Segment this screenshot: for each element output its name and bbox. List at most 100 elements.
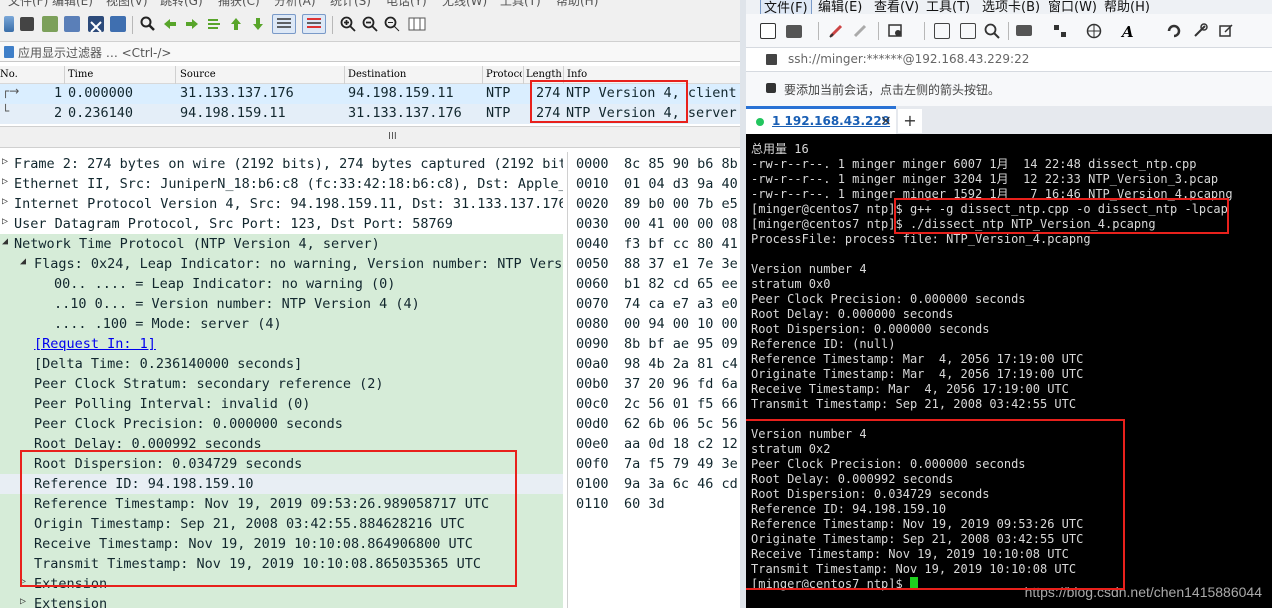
expand-arrow-icon[interactable]: ▷ [2, 216, 8, 227]
open-icon[interactable] [64, 16, 80, 32]
properties-icon[interactable] [888, 23, 904, 39]
new-session-icon[interactable] [760, 23, 776, 39]
address-text[interactable]: ssh://minger:******@192.168.43.229:22 [788, 52, 1029, 66]
filter-bookmark-icon[interactable] [4, 46, 14, 58]
tab-label[interactable]: 1 192.168.43.229 [772, 114, 890, 128]
tree-item-precision[interactable]: Peer Clock Precision: 0.000000 seconds [0, 414, 563, 434]
pane-splitter[interactable]: III [0, 126, 740, 148]
tree-item-root-delay[interactable]: Root Delay: 0.000992 seconds [0, 434, 563, 454]
open-folder-icon[interactable] [786, 25, 802, 38]
tree-item-ethernet[interactable]: ▷ Ethernet II, Src: JuniperN_18:b6:c8 (fc… [0, 174, 563, 194]
zoom-out-icon[interactable] [362, 16, 378, 32]
settings-icon[interactable] [1192, 23, 1208, 39]
hex-row[interactable]: 00e0 aa 0d 18 c2 12 [568, 435, 740, 455]
zoom-in-icon[interactable] [340, 16, 356, 32]
col-time[interactable]: Time [68, 69, 93, 80]
hex-row[interactable]: 00f0 7a f5 79 49 3e [568, 455, 740, 475]
xs-menu-tabs[interactable]: 选项卡(B) [982, 0, 1040, 15]
colorize-icon[interactable] [302, 14, 326, 34]
col-destination[interactable]: Destination [348, 69, 406, 80]
autoscroll-icon[interactable] [272, 14, 296, 34]
col-info[interactable]: Info [567, 69, 587, 80]
hex-row[interactable]: 0010 01 04 d3 9a 40 [568, 175, 740, 195]
xs-menu-view[interactable]: 查看(V) [874, 0, 919, 15]
session-icon[interactable] [766, 54, 777, 65]
xs-menu-edit[interactable]: 编辑(E) [818, 0, 862, 15]
goto-icon[interactable] [206, 16, 222, 32]
hex-row[interactable]: 0060 b1 82 cd 65 ee [568, 275, 740, 295]
zoom-reset-icon[interactable] [384, 16, 400, 32]
hex-row[interactable]: 0080 00 94 00 10 00 [568, 315, 740, 335]
hex-row[interactable]: 0110 60 3d [568, 495, 740, 515]
col-protocol[interactable]: Protocol [486, 69, 522, 80]
tree-item-reference-ts[interactable]: Reference Timestamp: Nov 19, 2019 09:53:… [0, 494, 563, 514]
hex-row[interactable]: 0090 8b bf ae 95 09 [568, 335, 740, 355]
resize-columns-icon[interactable] [408, 16, 426, 32]
font-icon[interactable]: A [1122, 23, 1138, 41]
expand-arrow-icon[interactable]: ▷ [20, 596, 26, 607]
compose-icon[interactable] [1218, 23, 1234, 39]
hex-row[interactable]: 00d0 62 6b 06 5c 56 [568, 415, 740, 435]
tree-item-request-in[interactable]: [Request In: 1] [0, 334, 563, 354]
col-source[interactable]: Source [180, 69, 216, 80]
ws-menu-wireless[interactable]: 无线(W) [442, 0, 487, 9]
paste-icon[interactable] [960, 23, 976, 39]
hex-row[interactable]: 0020 89 b0 00 7b e5 [568, 195, 740, 215]
packet-row[interactable]: ┌→ 1 0.000000 31.133.137.176 94.198.159.… [0, 84, 740, 104]
collapse-arrow-icon[interactable]: ◢ [2, 236, 8, 247]
tree-item-stratum[interactable]: Peer Clock Stratum: secondary reference … [0, 374, 563, 394]
tree-item-ip[interactable]: ▷ Internet Protocol Version 4, Src: 94.19… [0, 194, 563, 214]
hex-row[interactable]: 00a0 98 4b 2a 81 c4 [568, 355, 740, 375]
globe-icon[interactable] [1086, 23, 1102, 39]
col-no[interactable]: No. [0, 69, 18, 80]
ws-menu-tools[interactable]: 工具(T) [500, 0, 541, 9]
ws-menu-statistics[interactable]: 统计(S) [330, 0, 371, 9]
expand-arrow-icon[interactable]: ▷ [2, 196, 8, 207]
tree-item-extension[interactable]: ▷ Extension [0, 574, 563, 594]
tree-item-reference-id[interactable]: Reference ID: 94.198.159.10 [0, 474, 563, 494]
ws-menu-file[interactable]: 文件(F) [8, 0, 48, 9]
tree-item-transmit-ts[interactable]: Transmit Timestamp: Nov 19, 2019 10:10:0… [0, 554, 563, 574]
tree-item-delta[interactable]: [Delta Time: 0.236140000 seconds] [0, 354, 563, 374]
request-in-link[interactable]: [Request In: 1] [34, 336, 156, 352]
script-icon[interactable] [1166, 23, 1182, 39]
session-tab-active[interactable]: 1 192.168.43.229 × [746, 106, 896, 134]
hex-row[interactable]: 0000 8c 85 90 b6 8b [568, 155, 740, 175]
ws-menu-capture[interactable]: 捕获(C) [218, 0, 260, 9]
col-length[interactable]: Length [526, 69, 562, 80]
find-icon[interactable] [140, 16, 156, 32]
ws-menu-telephony[interactable]: 电话(Y) [386, 0, 427, 9]
reload-icon[interactable] [110, 16, 126, 32]
tree-item-polling[interactable]: Peer Polling Interval: invalid (0) [0, 394, 563, 414]
hex-row[interactable]: 0100 9a 3a 6c 46 cd [568, 475, 740, 495]
hex-row[interactable]: 0030 00 41 00 00 08 [568, 215, 740, 235]
tree-item-udp[interactable]: ▷ User Datagram Protocol, Src Port: 123, … [0, 214, 563, 234]
forward-icon[interactable] [184, 16, 200, 32]
tree-item-ntp[interactable]: ◢ Network Time Protocol (NTP Version 4, s… [0, 234, 563, 254]
new-file-icon[interactable] [4, 16, 14, 32]
ws-menu-edit[interactable]: 编辑(E) [52, 0, 93, 9]
address-bar[interactable]: ssh://minger:******@192.168.43.229:22 [746, 48, 1272, 72]
hex-row[interactable]: 0050 88 37 e1 7e 3e [568, 255, 740, 275]
expand-arrow-icon[interactable]: ▷ [2, 176, 8, 187]
ws-menu-go[interactable]: 跳转(G) [160, 0, 203, 9]
lock-icon[interactable] [766, 83, 776, 93]
hex-row[interactable]: 0070 74 ca e7 a3 e0 [568, 295, 740, 315]
ws-menu-view[interactable]: 视图(V) [106, 0, 148, 9]
add-tab-button[interactable]: + [898, 109, 922, 133]
hex-row[interactable]: 0040 f3 bf cc 80 41 [568, 235, 740, 255]
first-packet-icon[interactable] [228, 16, 244, 32]
tree-item-mode[interactable]: .... .100 = Mode: server (4) [0, 314, 563, 334]
close-icon[interactable]: × [880, 113, 892, 129]
ws-menu-help[interactable]: 帮助(H) [556, 0, 598, 9]
stop-icon[interactable] [20, 17, 34, 31]
terminal[interactable]: 总用量 16 -rw-r--r--. 1 minger minger 6007 … [746, 134, 1272, 608]
hex-row[interactable]: 00c0 2c 56 01 f5 66 [568, 395, 740, 415]
reconnect-icon[interactable] [828, 23, 844, 39]
copy-icon[interactable] [934, 23, 950, 39]
display-filter-bar[interactable]: 应用显示过滤器 … <Ctrl-/> [0, 42, 740, 62]
tree-item-root-dispersion[interactable]: Root Dispersion: 0.034729 seconds [0, 454, 563, 474]
hex-row[interactable]: 00b0 37 20 96 fd 6a [568, 375, 740, 395]
tree-item-flags[interactable]: ◢ Flags: 0x24, Leap Indicator: no warning… [0, 254, 563, 274]
disconnect-icon[interactable] [852, 23, 868, 39]
